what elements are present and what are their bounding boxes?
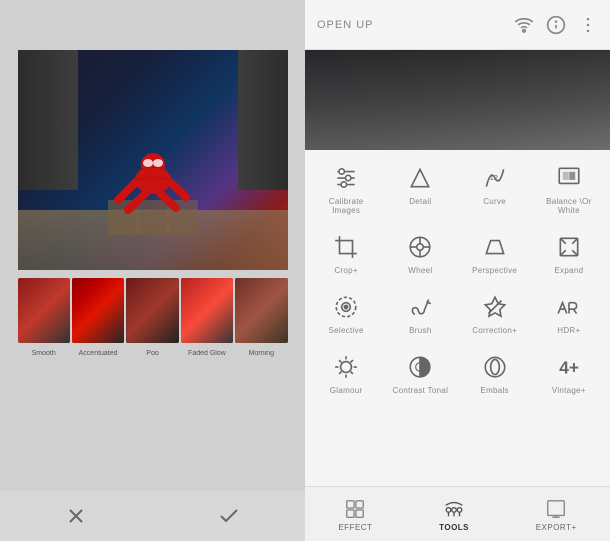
vintage-icon: 4+	[553, 351, 585, 383]
curve-icon: 12.	[479, 162, 511, 194]
tool-glamour-label: Glamour	[330, 386, 363, 395]
nav-tools-label: TOOLS	[439, 523, 469, 532]
more-options-icon[interactable]	[578, 15, 598, 35]
tools-row-1: Calibrate Images Detail 12. Curve	[309, 158, 606, 219]
tool-crop-label: Crop+	[334, 266, 358, 275]
right-image-preview	[305, 50, 610, 150]
tool-detail[interactable]: Detail	[386, 158, 454, 219]
filter-label-5: Morning	[235, 350, 287, 357]
export-nav-icon	[544, 497, 568, 521]
bottom-nav: EFFECT TOOLS	[305, 486, 610, 541]
tool-calibrate-label: Calibrate Images	[314, 197, 378, 215]
sliders-icon	[330, 162, 362, 194]
thumbnail-4[interactable]	[181, 278, 233, 343]
hdr-icon	[553, 291, 585, 323]
filter-label-1: Smooth	[18, 350, 70, 357]
nav-export[interactable]: EXPORT+	[528, 493, 585, 536]
tool-correction-label: Correction+	[472, 326, 517, 335]
thumbnail-2[interactable]	[72, 278, 124, 343]
filter-label-4: Faded Glow	[181, 350, 233, 357]
tool-wheel[interactable]: Wheel	[386, 227, 454, 279]
tool-hdr[interactable]: HDR+	[535, 287, 603, 339]
tool-perspective-label: Perspective	[472, 266, 517, 275]
tool-vintage-label: Vintage+	[552, 386, 586, 395]
svg-text:12.: 12.	[489, 173, 500, 182]
tool-wheel-label: Wheel	[408, 266, 432, 275]
tool-embals-label: Embals	[480, 386, 508, 395]
embals-icon	[479, 351, 511, 383]
tools-row-3: Selective Brush	[309, 287, 606, 339]
tool-correction[interactable]: Correction+	[461, 287, 529, 339]
confirm-button[interactable]	[209, 496, 249, 536]
nav-effect-label: EFFECT	[338, 523, 372, 532]
tool-contrast-tonal[interactable]: Contrast Tonal	[386, 347, 454, 399]
tool-brush[interactable]: Brush	[386, 287, 454, 339]
tool-calibrate[interactable]: Calibrate Images	[312, 158, 380, 219]
tools-row-4: Glamour Contrast Tonal	[309, 347, 606, 399]
tool-glamour[interactable]: Glamour	[312, 347, 380, 399]
crop-icon	[330, 231, 362, 263]
contrast-tonal-icon	[404, 351, 436, 383]
correction-icon	[479, 291, 511, 323]
nav-export-label: EXPORT+	[536, 523, 577, 532]
tool-selective[interactable]: Selective	[312, 287, 380, 339]
thumbnail-1[interactable]	[18, 278, 70, 343]
perspective-icon	[479, 231, 511, 263]
tools-grid: Calibrate Images Detail 12. Curve	[305, 150, 610, 486]
tool-contrast-tonal-label: Contrast Tonal	[393, 386, 449, 395]
right-panel: OPEN UP	[305, 0, 610, 541]
tool-expand-label: Expand	[554, 266, 583, 275]
info-icon[interactable]	[546, 15, 566, 35]
spiderman-figure	[108, 125, 198, 240]
tool-balance[interactable]: Balance \Or White	[535, 158, 603, 219]
thumbnail-5[interactable]	[235, 278, 287, 343]
glamour-icon	[330, 351, 362, 383]
selective-icon	[330, 291, 362, 323]
tool-expand[interactable]: Expand	[535, 227, 603, 279]
main-image	[18, 50, 288, 270]
tool-selective-label: Selective	[329, 326, 364, 335]
right-header: OPEN UP	[305, 0, 610, 50]
tool-crop[interactable]: Crop+	[312, 227, 380, 279]
tool-embals[interactable]: Embals	[461, 347, 529, 399]
filter-label-2: Accentuated	[72, 350, 124, 357]
brush-icon	[404, 291, 436, 323]
nav-effect[interactable]: EFFECT	[330, 493, 380, 536]
tool-detail-label: Detail	[409, 197, 431, 206]
tools-row-2: Crop+ Wheel	[309, 227, 606, 279]
tool-perspective[interactable]: Perspective	[461, 227, 529, 279]
header-icons	[514, 15, 598, 35]
tool-curve-label: Curve	[483, 197, 506, 206]
expand-icon	[553, 231, 585, 263]
thumbnail-strip	[18, 278, 288, 348]
tool-hdr-label: HDR+	[557, 326, 580, 335]
tool-balance-label: Balance \Or White	[537, 197, 601, 215]
cancel-button[interactable]	[56, 496, 96, 536]
open-up-label: OPEN UP	[317, 19, 374, 31]
signal-icon[interactable]	[514, 15, 534, 35]
filter-labels: Smooth Accentuated Poo Faded Glow Mornin…	[18, 350, 288, 357]
left-panel: Smooth Accentuated Poo Faded Glow Mornin…	[0, 0, 305, 541]
balance-icon	[553, 162, 585, 194]
triangle-icon	[404, 162, 436, 194]
tool-vintage[interactable]: 4+ Vintage+	[535, 347, 603, 399]
wheel-icon	[404, 231, 436, 263]
svg-text:4+: 4+	[559, 358, 579, 378]
bottom-bar	[0, 491, 305, 541]
thumbnail-3[interactable]	[126, 278, 178, 343]
tool-curve[interactable]: 12. Curve	[461, 158, 529, 219]
tool-brush-label: Brush	[409, 326, 431, 335]
nav-tools[interactable]: TOOLS	[431, 493, 477, 536]
filter-label-3: Poo	[126, 350, 178, 357]
tools-nav-icon	[442, 497, 466, 521]
effect-nav-icon	[343, 497, 367, 521]
